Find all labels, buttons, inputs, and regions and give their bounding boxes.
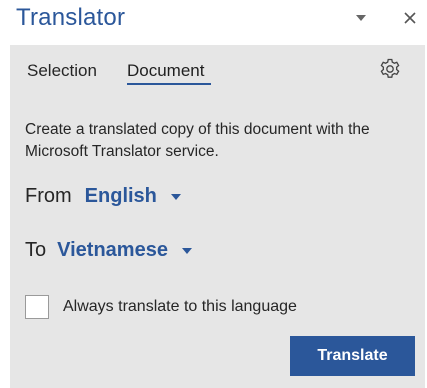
always-translate-checkbox[interactable] <box>25 295 49 319</box>
gear-icon <box>380 58 400 78</box>
pane-options-button[interactable] <box>349 6 373 30</box>
to-language-row: To Vietnamese <box>25 239 192 262</box>
active-tab-indicator <box>127 83 211 85</box>
from-language-row: From English <box>25 185 181 208</box>
close-button[interactable] <box>398 6 422 30</box>
chevron-down-icon <box>181 247 192 254</box>
always-translate-row: Always translate to this language <box>25 295 297 319</box>
pane-header: Translator <box>0 0 427 38</box>
close-icon <box>404 12 416 24</box>
to-language-value: Vietnamese <box>57 239 168 261</box>
tab-selection[interactable]: Selection <box>27 61 97 81</box>
to-language-dropdown[interactable]: Vietnamese <box>57 239 192 262</box>
to-label: To <box>25 239 47 261</box>
from-language-dropdown[interactable]: English <box>85 185 181 208</box>
pane-title: Translator <box>16 4 126 31</box>
caret-down-icon <box>356 15 366 21</box>
tab-document[interactable]: Document <box>127 61 204 81</box>
always-translate-label: Always translate to this language <box>63 298 297 315</box>
from-label: From <box>25 185 72 207</box>
settings-button[interactable] <box>378 57 402 81</box>
from-language-value: English <box>84 185 157 207</box>
translate-button[interactable]: Translate <box>290 336 415 376</box>
description-text: Create a translated copy of this documen… <box>25 121 370 160</box>
chevron-down-icon <box>170 193 181 200</box>
translator-panel: Selection Document Create a translated c… <box>10 45 425 388</box>
translator-pane: Translator Selection Document Create a t… <box>0 0 427 388</box>
